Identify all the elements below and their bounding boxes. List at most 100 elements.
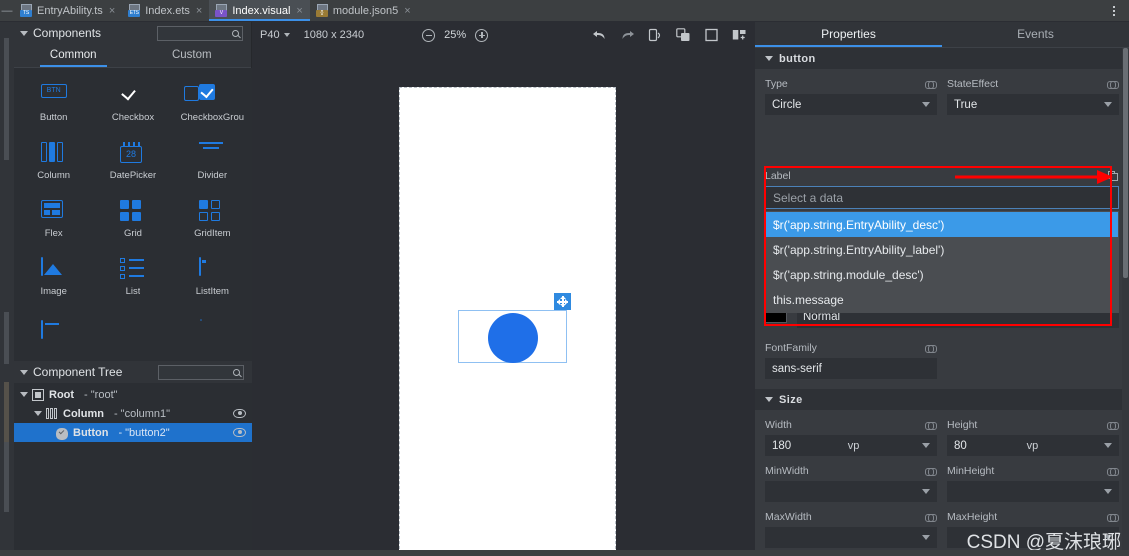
font-family-input[interactable]: sans-serif <box>765 358 937 379</box>
multi-device-icon[interactable] <box>676 28 691 42</box>
type-select[interactable]: Circle <box>765 94 937 115</box>
component-list[interactable]: List <box>93 248 172 306</box>
undo-icon[interactable] <box>592 28 607 42</box>
component-tree-header[interactable]: Component Tree <box>14 361 252 383</box>
tab-events[interactable]: Events <box>942 22 1129 47</box>
group-header-button[interactable]: button <box>755 48 1129 69</box>
tab-close-icon[interactable]: × <box>109 5 115 17</box>
canvas-toolbar: P40 1080 x 2340 25% <box>252 22 755 48</box>
chevron-down-icon[interactable] <box>34 411 42 416</box>
zoom-out-icon[interactable] <box>422 28 436 42</box>
tab-index-ets[interactable]: ETS Index.ets × <box>122 0 209 21</box>
more-vertical-icon[interactable] <box>1099 0 1129 21</box>
link-icon[interactable] <box>1107 512 1119 522</box>
link-icon[interactable] <box>925 512 937 522</box>
chevron-down-icon[interactable] <box>20 30 28 36</box>
ets-file-icon: ETS <box>128 4 141 17</box>
component-divider[interactable]: Divider <box>173 132 252 190</box>
link-icon[interactable] <box>925 79 937 89</box>
minwidth-label-row: MinWidth <box>765 464 937 478</box>
group-header-size[interactable]: Size <box>755 389 1129 410</box>
max-width-input[interactable] <box>765 527 937 548</box>
height-input[interactable]: 80 vp <box>947 435 1119 456</box>
chevron-down-icon <box>765 56 773 61</box>
dropdown-option[interactable]: this.message <box>766 287 1118 312</box>
tree-node-button[interactable]: Button - "button2" <box>14 423 252 442</box>
dropdown-option[interactable]: $r('app.string.EntryAbility_label') <box>766 237 1118 262</box>
field-max-width: MaxWidth <box>765 510 937 548</box>
component-datepicker[interactable]: 28 DatePicker <box>93 132 172 190</box>
min-width-input[interactable] <box>765 481 937 502</box>
component-listitem[interactable]: ListItem <box>173 248 252 306</box>
tree-node-value: - "button2" <box>118 426 170 439</box>
redo-icon[interactable] <box>620 28 635 42</box>
chevron-down-icon[interactable] <box>20 369 28 375</box>
selected-component-outline[interactable] <box>458 293 571 363</box>
max-height-input[interactable] <box>947 527 1119 548</box>
link-icon[interactable] <box>925 466 937 476</box>
datepicker-icon: 28 <box>119 141 146 164</box>
component-flex[interactable]: Flex <box>14 190 93 248</box>
tab-close-icon[interactable]: × <box>296 5 302 17</box>
frame-icon[interactable] <box>704 28 719 42</box>
component-grid[interactable]: Grid <box>93 190 172 248</box>
device-frame[interactable] <box>399 87 616 556</box>
component-tree-search-input[interactable] <box>158 364 244 380</box>
component-button[interactable]: BTN Button <box>14 74 93 132</box>
min-height-input[interactable] <box>947 481 1119 502</box>
component-label: DatePicker <box>109 169 157 181</box>
tab-entryability[interactable]: TS EntryAbility.ts × <box>14 0 122 21</box>
move-handle-icon[interactable] <box>554 293 571 310</box>
field-spacer <box>947 341 1119 379</box>
components-section-header[interactable]: Components <box>14 22 251 44</box>
add-device-icon[interactable] <box>732 28 747 42</box>
canvas-area: P40 1080 x 2340 25% <box>252 22 755 556</box>
device-preview-icon[interactable] <box>648 28 663 42</box>
tabbar-collapse-icon[interactable]: — <box>0 0 14 21</box>
link-icon[interactable] <box>925 420 937 430</box>
subtab-common[interactable]: Common <box>14 44 133 67</box>
device-selector[interactable]: P40 <box>260 29 290 41</box>
component-checkboxgroup[interactable]: CheckboxGrou <box>173 74 252 132</box>
tab-close-icon[interactable]: × <box>196 5 202 17</box>
chevron-down-icon <box>1103 443 1112 448</box>
button-preview-circle[interactable] <box>488 313 538 363</box>
component-column[interactable]: Column <box>14 132 93 190</box>
width-input[interactable]: 180 vp <box>765 435 937 456</box>
component-slider[interactable] <box>14 306 93 361</box>
subtab-custom[interactable]: Custom <box>133 44 252 67</box>
dropdown-option[interactable]: $r('app.string.EntryAbility_desc') <box>766 212 1118 237</box>
link-icon[interactable] <box>1107 79 1119 89</box>
link-icon[interactable] <box>1107 420 1119 430</box>
link-icon[interactable] <box>1107 466 1119 476</box>
visibility-eye-icon[interactable] <box>233 409 246 418</box>
tree-node-root[interactable]: Root - "root" <box>14 385 252 404</box>
tab-close-icon[interactable]: × <box>404 5 410 17</box>
component-curve[interactable] <box>173 306 252 361</box>
properties-panel: Properties Events button Type Circle Sta… <box>755 22 1129 556</box>
component-image[interactable]: Image <box>14 248 93 306</box>
copy-icon[interactable] <box>1108 170 1119 182</box>
chevron-down-icon[interactable] <box>20 392 28 397</box>
tree-node-column[interactable]: Column - "column1" <box>14 404 252 423</box>
tab-module-json5[interactable]: {} module.json5 × <box>310 0 418 21</box>
field-state-effect: StateEffect True <box>947 77 1119 115</box>
component-checkbox[interactable]: Checkbox <box>93 74 172 132</box>
properties-scrollbar[interactable] <box>1122 48 1129 556</box>
tab-index-visual[interactable]: V Index.visual × <box>209 0 310 21</box>
components-search-input[interactable] <box>157 25 243 41</box>
visibility-eye-icon[interactable] <box>233 428 246 437</box>
design-canvas[interactable] <box>252 48 755 556</box>
zoom-in-icon[interactable] <box>475 28 489 42</box>
tab-properties[interactable]: Properties <box>755 22 942 47</box>
resolution-label: 1080 x 2340 <box>303 29 365 41</box>
column-icon <box>40 141 67 164</box>
type-stateeffect-row: Type Circle StateEffect True <box>755 69 1129 115</box>
link-icon[interactable] <box>925 343 937 353</box>
state-effect-select[interactable]: True <box>947 94 1119 115</box>
components-grid-scroll: BTN Button Checkbox CheckboxGrou Column … <box>14 68 252 361</box>
dropdown-option[interactable]: $r('app.string.module_desc') <box>766 262 1118 287</box>
editor-tab-bar: — TS EntryAbility.ts × ETS Index.ets × V… <box>0 0 1129 22</box>
component-griditem[interactable]: GridItem <box>173 190 252 248</box>
label-data-search-input[interactable]: Select a data <box>765 186 1119 209</box>
